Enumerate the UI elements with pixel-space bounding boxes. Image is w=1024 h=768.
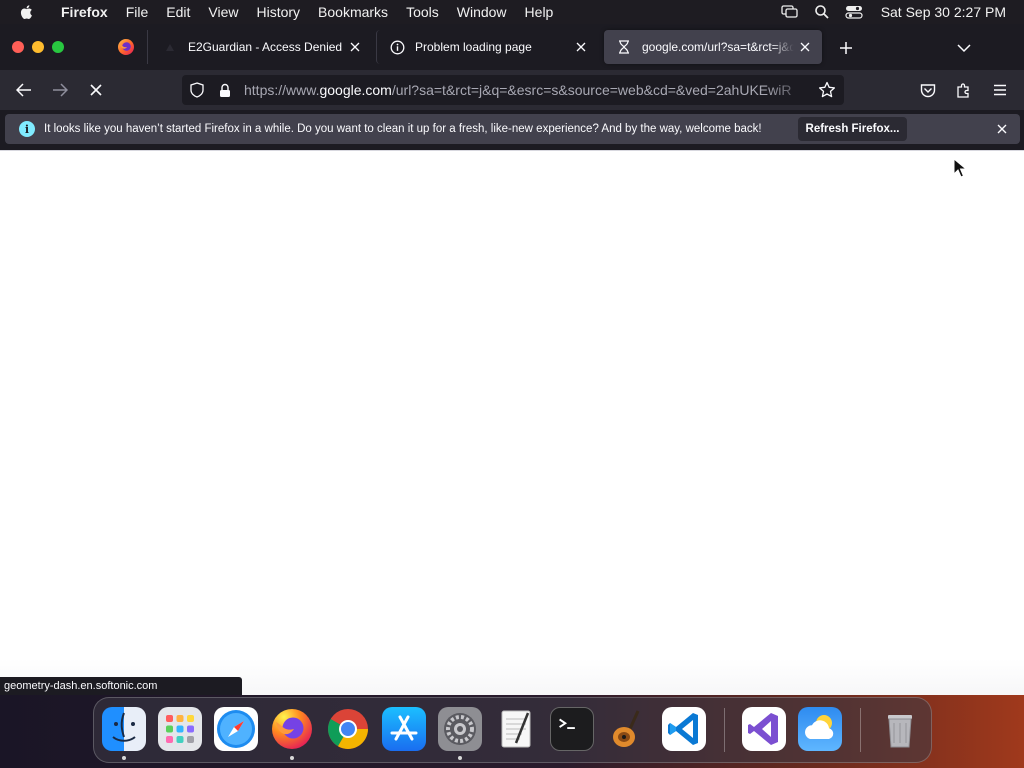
minimize-window-button[interactable] [32, 41, 44, 53]
tab-problem-loading[interactable]: Problem loading page [376, 30, 598, 64]
garageband-icon[interactable] [606, 707, 650, 751]
tab-label: google.com/url?sa=t&rct=j&q=&esrc [642, 40, 794, 54]
forward-button[interactable] [48, 78, 72, 102]
new-tab-button[interactable] [834, 37, 858, 59]
star-icon[interactable] [818, 81, 836, 99]
link-status-url: geometry-dash.en.softonic.com [0, 677, 242, 696]
plus-icon [840, 42, 852, 54]
tab-close-icon[interactable] [344, 36, 366, 58]
arrow-left-icon [16, 83, 31, 97]
menu-window[interactable]: Window [448, 0, 516, 24]
menu-tools[interactable]: Tools [397, 0, 448, 24]
spotlight-search-icon[interactable] [813, 3, 831, 21]
app-menu: Firefox File Edit View History Bookmarks… [52, 0, 562, 24]
running-indicator [290, 756, 294, 760]
safari-icon[interactable] [214, 707, 258, 751]
shield-icon[interactable] [188, 81, 206, 99]
refresh-firefox-notification: i It looks like you haven’t started Fire… [5, 114, 1020, 144]
pocket-button[interactable] [916, 78, 940, 102]
apple-logo-icon[interactable] [18, 3, 36, 21]
stop-loading-button[interactable] [84, 78, 108, 102]
zoom-window-button[interactable] [52, 41, 64, 53]
menu-bookmarks[interactable]: Bookmarks [309, 0, 397, 24]
tab-strip: E2Guardian - Access Denied Problem loadi… [0, 24, 1024, 70]
e2guardian-icon [162, 39, 178, 55]
menu-bar-status-area: Sat Sep 30 2:27 PM [781, 0, 1006, 24]
textedit-icon[interactable] [494, 707, 538, 751]
menu-file[interactable]: File [117, 0, 158, 24]
dock-separator [724, 708, 725, 752]
info-icon: i [19, 121, 35, 137]
macos-menu-bar: Firefox File Edit View History Bookmarks… [0, 0, 1024, 24]
mouse-cursor-icon [953, 158, 967, 178]
menu-bar-clock[interactable]: Sat Sep 30 2:27 PM [881, 4, 1006, 20]
application-menu-button[interactable] [988, 78, 1012, 102]
chrome-icon[interactable] [326, 707, 370, 751]
tab-label: E2Guardian - Access Denied [188, 40, 343, 54]
notification-message: It looks like you haven’t started Firefo… [44, 123, 762, 135]
page-content-area[interactable] [0, 150, 1024, 695]
arrow-right-icon [53, 83, 68, 97]
screen-mirroring-icon[interactable] [781, 3, 799, 21]
url-prefix: https://www. [244, 82, 320, 98]
tab-label: Problem loading page [415, 40, 532, 54]
menu-edit[interactable]: Edit [157, 0, 199, 24]
url-path: /url?sa=t&rct=j&q=&esrc=s&source=web&cd=… [391, 82, 792, 98]
hourglass-loading-icon [616, 39, 632, 55]
window-controls [12, 41, 64, 53]
finder-icon[interactable] [102, 707, 146, 751]
navigation-toolbar: https://www.google.com/url?sa=t&rct=j&q=… [0, 70, 1024, 110]
url-text[interactable]: https://www.google.com/url?sa=t&rct=j&q=… [244, 82, 812, 98]
url-bar[interactable]: https://www.google.com/url?sa=t&rct=j&q=… [182, 75, 844, 105]
puzzle-piece-icon [957, 83, 969, 98]
url-domain: google.com [319, 82, 392, 98]
pinned-tab-firefox[interactable] [104, 30, 148, 64]
close-icon [997, 124, 1007, 134]
back-button[interactable] [12, 78, 36, 102]
tab-close-icon[interactable] [570, 36, 592, 58]
control-center-icon[interactable] [845, 3, 863, 21]
tab-close-icon[interactable] [794, 36, 816, 58]
close-window-button[interactable] [12, 41, 24, 53]
weather-icon[interactable] [798, 707, 842, 751]
menu-view[interactable]: View [199, 0, 247, 24]
vscode-icon[interactable] [662, 707, 706, 751]
macos-dock [93, 697, 932, 763]
stop-x-icon [90, 84, 102, 96]
tab-e2guardian[interactable]: E2Guardian - Access Denied [150, 30, 372, 64]
system-preferences-icon[interactable] [438, 707, 482, 751]
info-circle-icon [389, 39, 405, 55]
running-indicator [458, 756, 462, 760]
menu-help[interactable]: Help [516, 0, 563, 24]
app-store-icon[interactable] [382, 707, 426, 751]
terminal-icon[interactable] [550, 707, 594, 751]
close-notification-button[interactable] [994, 121, 1010, 137]
visual-studio-icon[interactable] [742, 707, 786, 751]
menu-app-name[interactable]: Firefox [52, 0, 117, 24]
firefox-icon[interactable] [270, 707, 314, 751]
running-indicator [122, 756, 126, 760]
menu-history[interactable]: History [247, 0, 309, 24]
extensions-button[interactable] [952, 78, 976, 102]
refresh-firefox-button[interactable]: Refresh Firefox... [798, 117, 907, 141]
lock-icon[interactable] [216, 81, 234, 99]
hamburger-menu-icon [994, 84, 1006, 96]
chevron-down-icon [957, 44, 971, 53]
launchpad-icon[interactable] [158, 707, 202, 751]
pocket-icon [920, 83, 936, 97]
firefox-icon [117, 39, 134, 55]
tab-google-redirect-active[interactable]: google.com/url?sa=t&rct=j&q=&esrc [604, 30, 822, 64]
trash-icon[interactable] [878, 707, 922, 751]
list-all-tabs-button[interactable] [952, 37, 976, 59]
dock-separator [860, 708, 861, 752]
